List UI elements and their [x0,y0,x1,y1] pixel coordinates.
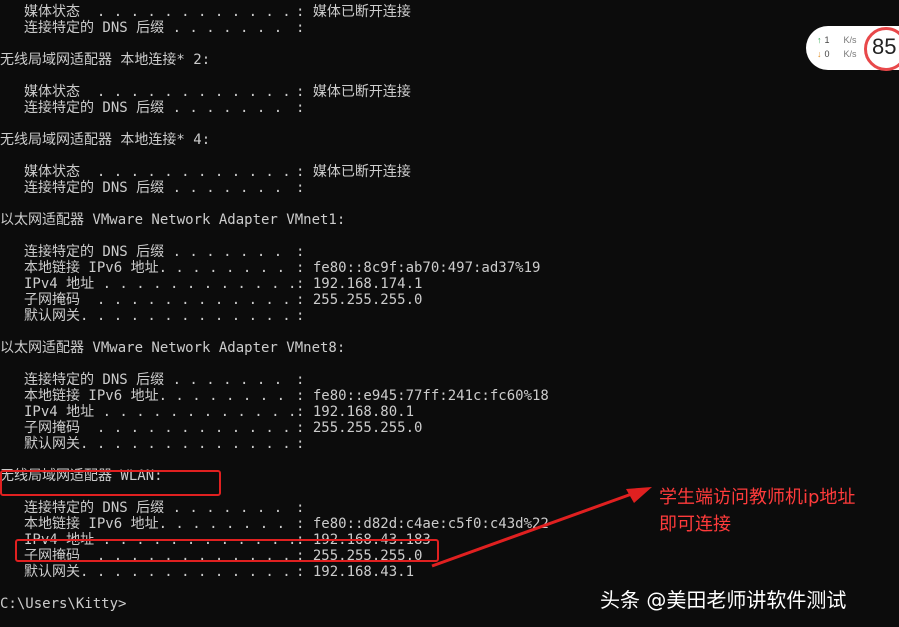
annotation-text: 学生端访问教师机ip地址 即可连接 [659,487,856,535]
watermark-text: 头条 @美田老师讲软件测试 [600,588,847,612]
